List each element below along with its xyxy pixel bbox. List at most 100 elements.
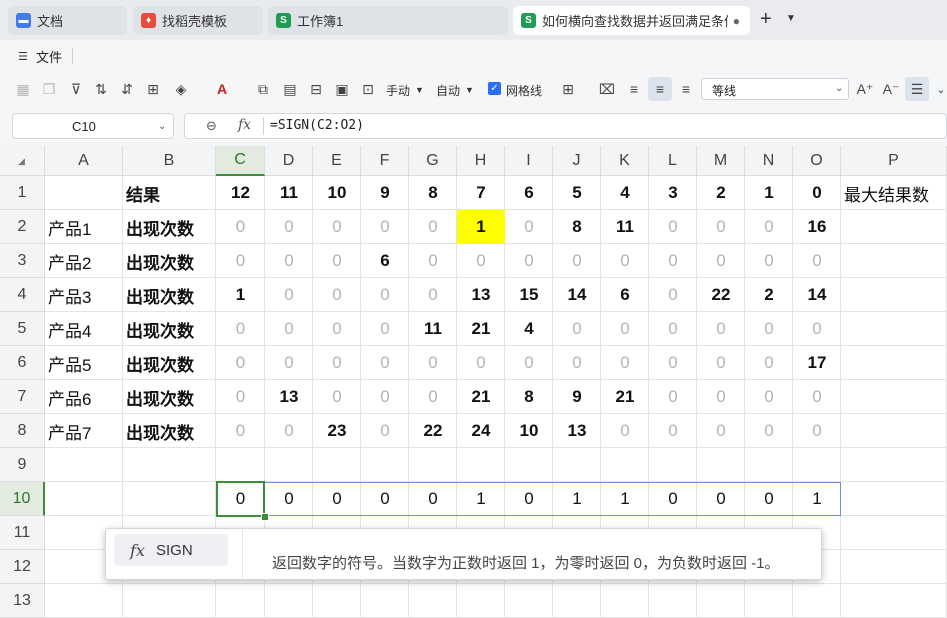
count-cell[interactable]: 0 xyxy=(649,414,697,448)
row-header-7[interactable]: 7 xyxy=(0,380,45,414)
count-cell[interactable]: 0 xyxy=(793,312,841,346)
count-cell[interactable]: 0 xyxy=(745,380,793,414)
max-result-label[interactable]: 最大结果数 xyxy=(841,176,947,210)
count-cell[interactable]: 22 xyxy=(409,414,457,448)
paste-icon[interactable]: ❐ xyxy=(40,80,58,98)
grid-cell[interactable] xyxy=(409,448,457,482)
count-cell[interactable]: 0 xyxy=(697,346,745,380)
count-cell[interactable]: 0 xyxy=(745,312,793,346)
count-cell[interactable]: 9 xyxy=(553,380,601,414)
count-label[interactable]: 出现次数 xyxy=(123,312,216,346)
convert-icon[interactable]: ⧉ xyxy=(254,80,272,98)
font-shrink-icon[interactable]: A⁻ xyxy=(882,80,900,98)
count-cell[interactable]: 0 xyxy=(409,278,457,312)
clear-format-icon[interactable]: ⌧ xyxy=(598,80,616,98)
grid-cell[interactable] xyxy=(361,584,409,618)
count-cell[interactable]: 0 xyxy=(745,414,793,448)
count-cell[interactable]: 0 xyxy=(697,312,745,346)
count-cell[interactable]: 0 xyxy=(601,244,649,278)
count-cell[interactable]: 0 xyxy=(265,414,313,448)
grid-cell[interactable] xyxy=(123,448,216,482)
count-cell[interactable]: 23 xyxy=(313,414,361,448)
result-value[interactable]: 10 xyxy=(313,176,361,210)
grid-cell[interactable] xyxy=(841,346,947,380)
count-cell[interactable]: 0 xyxy=(457,244,505,278)
active-cell-border[interactable] xyxy=(216,481,265,517)
grid-cell[interactable] xyxy=(505,448,553,482)
count-cell[interactable]: 0 xyxy=(361,380,409,414)
count-label[interactable]: 出现次数 xyxy=(123,414,216,448)
chevron-down-icon[interactable]: ▼ xyxy=(786,13,796,24)
count-cell[interactable]: 0 xyxy=(265,278,313,312)
product-name[interactable]: 产品1 xyxy=(45,210,123,244)
count-cell[interactable]: 1 xyxy=(216,278,265,312)
count-cell[interactable]: 13 xyxy=(457,278,505,312)
font-color-icon[interactable]: A xyxy=(213,80,231,98)
grid-cell[interactable] xyxy=(45,176,123,210)
count-cell[interactable]: 13 xyxy=(265,380,313,414)
count-cell[interactable]: 0 xyxy=(697,380,745,414)
row-header-3[interactable]: 3 xyxy=(0,244,45,278)
fill-handle[interactable] xyxy=(261,513,269,521)
count-cell[interactable]: 8 xyxy=(553,210,601,244)
count-cell[interactable]: 0 xyxy=(361,278,409,312)
result-value[interactable]: 0 xyxy=(793,176,841,210)
grid-cell[interactable] xyxy=(745,448,793,482)
row-header-5[interactable]: 5 xyxy=(0,312,45,346)
column-header-l[interactable]: L xyxy=(649,146,697,176)
count-cell[interactable]: 0 xyxy=(361,312,409,346)
count-cell[interactable]: 0 xyxy=(553,312,601,346)
row-header-2[interactable]: 2 xyxy=(0,210,45,244)
count-cell[interactable]: 0 xyxy=(216,414,265,448)
column-header-k[interactable]: K xyxy=(601,146,649,176)
sort-asc-icon[interactable]: ⇅ xyxy=(92,80,110,98)
count-cell[interactable]: 0 xyxy=(553,346,601,380)
align-center-icon[interactable]: ≡ xyxy=(651,80,669,98)
count-cell[interactable]: 0 xyxy=(553,244,601,278)
count-cell[interactable]: 13 xyxy=(553,414,601,448)
count-cell[interactable]: 0 xyxy=(216,380,265,414)
count-cell[interactable]: 11 xyxy=(409,312,457,346)
count-cell[interactable]: 0 xyxy=(601,312,649,346)
grid-cell[interactable] xyxy=(457,584,505,618)
column-header-e[interactable]: E xyxy=(313,146,361,176)
count-cell[interactable]: 0 xyxy=(505,244,553,278)
count-cell[interactable]: 0 xyxy=(409,210,457,244)
column-header-p[interactable]: P xyxy=(841,146,947,176)
row-header-1[interactable]: 1 xyxy=(0,176,45,210)
row-header-8[interactable]: 8 xyxy=(0,414,45,448)
grid-cell[interactable] xyxy=(841,414,947,448)
count-cell[interactable]: 15 xyxy=(505,278,553,312)
column-header-g[interactable]: G xyxy=(409,146,457,176)
result-value[interactable]: 11 xyxy=(265,176,313,210)
count-cell[interactable]: 8 xyxy=(505,380,553,414)
result-value[interactable]: 5 xyxy=(553,176,601,210)
row-header-4[interactable]: 4 xyxy=(0,278,45,312)
grid-cell[interactable] xyxy=(361,448,409,482)
count-cell[interactable]: 21 xyxy=(457,312,505,346)
row-header-13[interactable]: 13 xyxy=(0,584,45,618)
count-cell[interactable]: 0 xyxy=(216,346,265,380)
product-name[interactable]: 产品3 xyxy=(45,278,123,312)
font-family-select[interactable]: 等线 xyxy=(701,78,849,100)
column-header-a[interactable]: A xyxy=(45,146,123,176)
menu-file[interactable]: 文件 xyxy=(36,47,62,66)
count-cell[interactable]: 0 xyxy=(793,244,841,278)
column-header-h[interactable]: H xyxy=(457,146,505,176)
calc-auto-button[interactable]: 自动 xyxy=(436,82,460,99)
count-cell[interactable]: 0 xyxy=(697,244,745,278)
grid-cell[interactable] xyxy=(841,380,947,414)
count-label[interactable]: 出现次数 xyxy=(123,346,216,380)
column-header-o[interactable]: O xyxy=(793,146,841,176)
column-header-n[interactable]: N xyxy=(745,146,793,176)
grid-cell[interactable] xyxy=(649,448,697,482)
grid-cell[interactable] xyxy=(123,482,216,516)
grid-cell[interactable] xyxy=(265,448,313,482)
grid-cell[interactable] xyxy=(45,448,123,482)
row-header-6[interactable]: 6 xyxy=(0,346,45,380)
result-value[interactable]: 9 xyxy=(361,176,409,210)
product-name[interactable]: 产品4 xyxy=(45,312,123,346)
grid-cell[interactable] xyxy=(841,210,947,244)
count-cell[interactable]: 24 xyxy=(457,414,505,448)
grid-cell[interactable] xyxy=(793,584,841,618)
